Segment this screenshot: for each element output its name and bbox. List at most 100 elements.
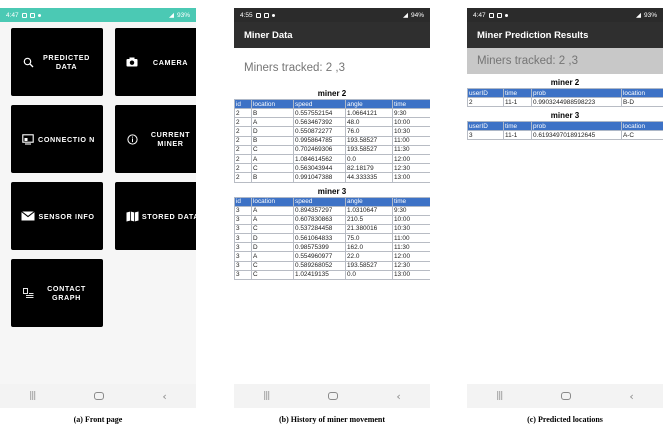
table-cell: 10:30: [392, 126, 430, 137]
table-cell: 210.5: [345, 214, 393, 225]
caption-b: (b) History of miner movement: [278, 415, 386, 424]
camera-button[interactable]: CAMERA: [115, 28, 196, 96]
current-miner-button[interactable]: CURRENT MINER: [115, 105, 196, 173]
app-bar-title: Miner Data: [234, 22, 430, 48]
table-cell: 12:00: [392, 251, 430, 262]
table-cell: 2: [467, 96, 504, 108]
home-icon[interactable]: [560, 392, 571, 400]
status-bar: 4:47 ◢ 93%: [0, 8, 196, 22]
table-cell: 12:30: [392, 163, 430, 174]
mail-icon: [20, 208, 36, 224]
map-icon: [124, 208, 140, 224]
home-icon[interactable]: [93, 392, 104, 400]
miner-3-prediction-table: userID time prob location 3 11-1 0.6193497018…: [467, 121, 663, 141]
miner-table-title: miner 3: [317, 186, 347, 196]
table-cell: 76.0: [345, 126, 393, 137]
column-header: location: [251, 99, 294, 109]
table-cell: 162.0: [345, 242, 393, 253]
table-cell: 0.607830863: [293, 214, 346, 225]
table-cell: 2: [234, 107, 252, 119]
miner-3-history-table: id location speed angle time 3 A 0.894357297 1.…: [234, 196, 430, 281]
home-icon[interactable]: [327, 392, 338, 400]
back-icon[interactable]: ‹: [162, 390, 166, 403]
predicted-data-button[interactable]: PREDICTED DATA: [11, 28, 103, 96]
table-cell: 0.589268052: [293, 260, 346, 271]
miners-tracked-text: Miners tracked: 2 ,3: [244, 62, 345, 74]
battery-level: 93%: [176, 11, 190, 19]
table-cell: A: [251, 153, 294, 165]
camera-icon: [124, 54, 140, 70]
table-row: 3 C 0.537284458 21.380016 10:30: [234, 223, 430, 235]
connection-button[interactable]: CONNECTIO N: [11, 105, 103, 173]
caption-c: (c) Predicted locations: [527, 415, 603, 424]
table-cell: 1.084614562: [293, 153, 346, 165]
table-cell: 12:00: [392, 153, 430, 165]
column-header: time: [503, 88, 532, 98]
status-time: 4:47: [473, 11, 486, 19]
table-cell: 0.0: [345, 153, 393, 165]
table-row: 3 C 0.589268052 193.58527 12:30: [234, 260, 430, 271]
table-cell: 0.563467392: [293, 117, 346, 128]
stored-data-button[interactable]: STORED DATA: [115, 182, 196, 250]
column-header: userID: [467, 121, 504, 132]
table-cell: 11-1: [503, 130, 532, 141]
status-bar: 4:47 ◢ 93%: [467, 8, 663, 22]
search-icon: [20, 54, 36, 70]
current-miner-label: CURRENT MINER: [150, 130, 191, 148]
table-cell: 2: [234, 126, 252, 137]
column-header: time: [392, 99, 430, 109]
back-icon[interactable]: ‹: [396, 390, 400, 403]
notification-icon: [488, 12, 494, 18]
table-cell: A: [251, 205, 294, 216]
recents-icon[interactable]: |||: [29, 391, 36, 401]
table-cell: 3: [234, 269, 252, 281]
sensor-info-button[interactable]: SENSOR INFO: [11, 182, 103, 250]
status-time: 4:55: [240, 11, 253, 19]
table-cell: B: [251, 107, 294, 119]
table-cell: C: [251, 260, 294, 271]
table-cell: 0.563043944: [293, 163, 346, 174]
table-cell: 0.561064833: [293, 233, 346, 244]
notification-icon: [263, 12, 269, 18]
table-cell: D: [251, 233, 294, 244]
miner-table-title: miner 2: [317, 89, 347, 98]
recents-icon[interactable]: |||: [496, 391, 503, 401]
table-cell: 48.0: [345, 117, 393, 128]
recents-icon[interactable]: |||: [263, 391, 270, 401]
table-cell: 3: [234, 205, 252, 216]
signal-icon: ◢: [635, 12, 641, 19]
column-header: speed: [293, 99, 346, 109]
battery-level: 94%: [410, 11, 424, 19]
nav-bar: ||| ‹: [234, 384, 430, 408]
status-time: 4:47: [6, 11, 19, 19]
table-cell: 9:30: [392, 107, 430, 119]
table-cell: B: [251, 172, 294, 183]
table-cell: 13:00: [392, 172, 430, 183]
table-row: 2 C 0.702469306 193.58527 11:30: [234, 144, 430, 155]
table-cell: 1.0664121: [345, 107, 393, 119]
table-cell: 12:30: [392, 260, 430, 271]
predicted-data-label: PREDICTED DATA: [43, 53, 90, 71]
table-cell: C: [251, 223, 294, 235]
table-cell: C: [251, 163, 294, 174]
table-cell: 9:30: [392, 205, 430, 216]
table-cell: 75.0: [345, 233, 393, 244]
contact-graph-button[interactable]: CONTACT GRAPH: [11, 259, 103, 327]
table-cell: 3: [234, 242, 252, 253]
sensor-info-label: SENSOR INFO: [38, 211, 95, 221]
table-cell: 0.0: [345, 269, 393, 281]
table-cell: B: [251, 135, 294, 146]
table-cell: A: [251, 117, 294, 128]
miner-table-title: miner 2: [550, 78, 580, 87]
table-row: 2 B 0.991047388 44.333335 13:00: [234, 172, 430, 183]
table-cell: D: [251, 126, 294, 137]
nav-bar: ||| ‹: [0, 384, 196, 408]
table-cell: 10:00: [392, 214, 430, 225]
table-cell: 0.6193497018912645: [531, 130, 622, 141]
back-icon[interactable]: ‹: [629, 390, 633, 403]
signal-icon: ◢: [402, 12, 408, 19]
table-cell: 2: [234, 153, 252, 165]
notification-dot-icon: [271, 13, 275, 17]
miner-2-prediction-table: userID time prob location 2 11-1 0.9903244988…: [467, 88, 663, 108]
table-cell: 0.9903244988598223: [531, 96, 622, 108]
